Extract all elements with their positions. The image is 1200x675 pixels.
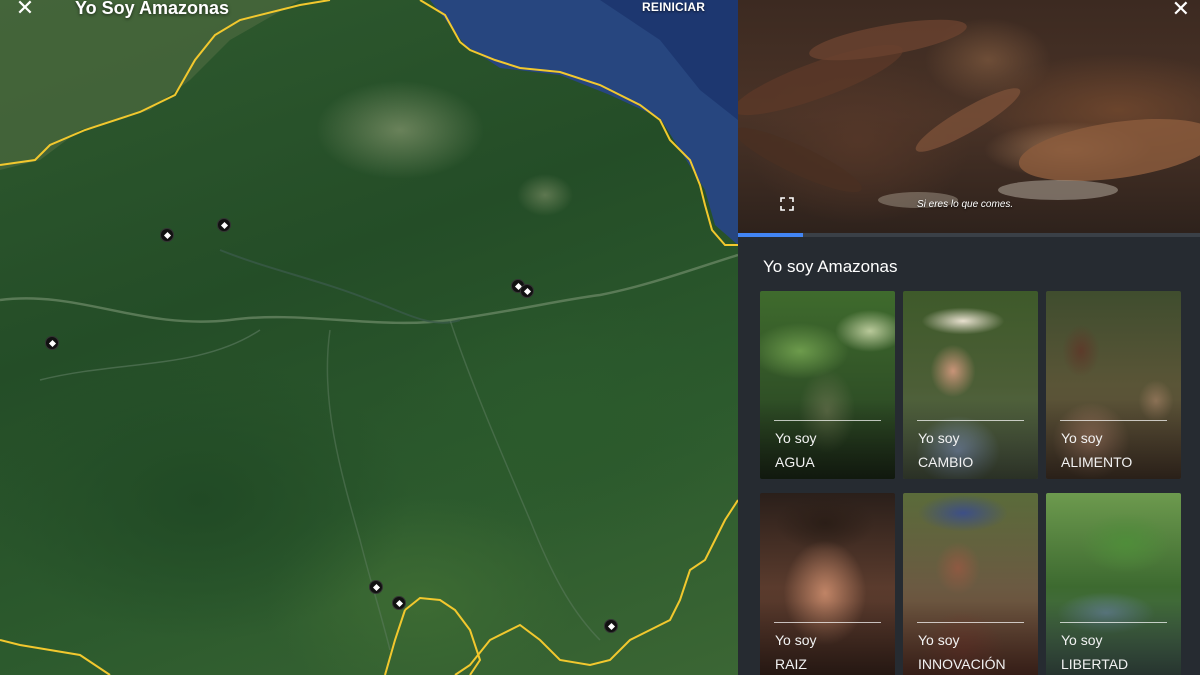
map-pin[interactable] (45, 336, 59, 350)
map-pin[interactable] (217, 218, 231, 232)
card-divider (1060, 622, 1167, 623)
card-line2: INNOVACIÓN (918, 656, 1006, 672)
border-line (454, 499, 738, 675)
card-line1: Yo soy (918, 632, 960, 648)
card-line2: LIBERTAD (1061, 656, 1129, 672)
card-divider (774, 622, 881, 623)
map-pin[interactable] (604, 619, 618, 633)
card-line1: Yo soy (918, 430, 960, 446)
northern-region (0, 0, 300, 170)
video-caption: Si eres lo que comes. (917, 199, 1014, 210)
satellite-map[interactable]: ✕ Yo Soy Amazonas REINICIAR (0, 0, 738, 675)
map-pin[interactable] (392, 596, 406, 610)
story-card-alimento[interactable]: Yo soy ALIMENTO (1046, 291, 1181, 479)
story-panel: ✕ Si eres lo que comes. Yo soy Amazonas … (738, 0, 1200, 675)
card-line1: Yo soy (775, 632, 817, 648)
story-card-innovacion[interactable]: Yo soy INNOVACIÓN (903, 493, 1038, 675)
tributary-river (449, 319, 601, 641)
video-progress-fill (738, 233, 803, 237)
map-pin[interactable] (520, 284, 534, 298)
map-title: Yo Soy Amazonas (75, 0, 230, 18)
tributary-river (219, 249, 461, 324)
card-line2: CAMBIO (918, 454, 974, 470)
map-overlay (0, 0, 738, 675)
card-divider (917, 420, 1024, 421)
card-line2: AGUA (775, 454, 815, 470)
story-card-libertad[interactable]: Yo soy LIBERTAD (1046, 493, 1181, 675)
map-pin[interactable] (160, 228, 174, 242)
section-title: Yo soy Amazonas (763, 257, 898, 276)
card-line1: Yo soy (1061, 430, 1103, 446)
card-line2: ALIMENTO (1061, 454, 1133, 470)
tributary-river (326, 329, 391, 651)
story-card-raiz[interactable]: Yo soy RAIZ (760, 493, 895, 675)
video-player[interactable]: ✕ Si eres lo que comes. (738, 0, 1200, 233)
close-icon[interactable]: ✕ (12, 0, 38, 22)
video-progress-bar[interactable] (738, 233, 1200, 237)
card-line1: Yo soy (775, 430, 817, 446)
border-line (0, 639, 111, 675)
fullscreen-icon[interactable] (780, 197, 794, 211)
map-pin[interactable] (369, 580, 383, 594)
card-line1: Yo soy (1061, 632, 1103, 648)
close-icon[interactable]: ✕ (1172, 0, 1190, 21)
card-divider (774, 420, 881, 421)
card-divider (1060, 420, 1167, 421)
tributary-river (39, 329, 261, 381)
card-line2: RAIZ (775, 656, 807, 672)
story-card-agua[interactable]: Yo soy AGUA (760, 291, 895, 479)
main-river (0, 253, 738, 325)
border-line (404, 596, 482, 675)
reset-button[interactable]: REINICIAR (642, 0, 705, 14)
story-card-cambio[interactable]: Yo soy CAMBIO (903, 291, 1038, 479)
card-divider (917, 622, 1024, 623)
